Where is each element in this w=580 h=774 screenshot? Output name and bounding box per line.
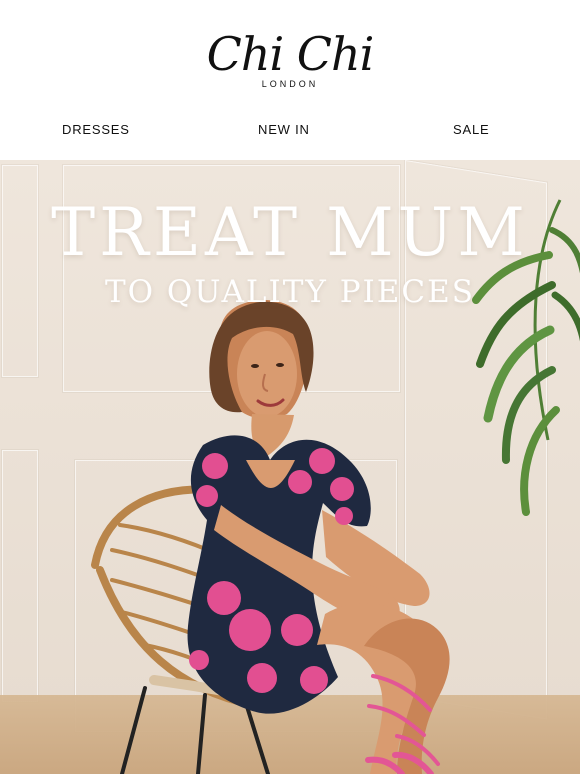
hero-banner[interactable]: TREAT MUM TO QUALITY PIECES bbox=[0, 160, 580, 774]
brand-logo-location: LONDON bbox=[261, 79, 319, 89]
main-navigation: DRESSES NEW IN SALE bbox=[0, 122, 580, 142]
nav-new-in-link[interactable]: NEW IN bbox=[258, 122, 310, 137]
header: Chi Chi LONDON DRESSES NEW IN SALE bbox=[0, 0, 580, 160]
email-page: Chi Chi LONDON DRESSES NEW IN SALE TREAT… bbox=[0, 0, 580, 774]
model-graphic bbox=[187, 300, 450, 774]
nav-dresses-link[interactable]: DRESSES bbox=[62, 122, 130, 137]
brand-logo[interactable]: Chi Chi LONDON bbox=[0, 28, 580, 90]
hero-headline: TREAT MUM bbox=[51, 194, 529, 271]
hero-subheadline: TO QUALITY PIECES bbox=[104, 274, 476, 310]
nav-sale-link[interactable]: SALE bbox=[453, 122, 489, 137]
brand-logo-main: Chi Chi bbox=[206, 27, 375, 81]
